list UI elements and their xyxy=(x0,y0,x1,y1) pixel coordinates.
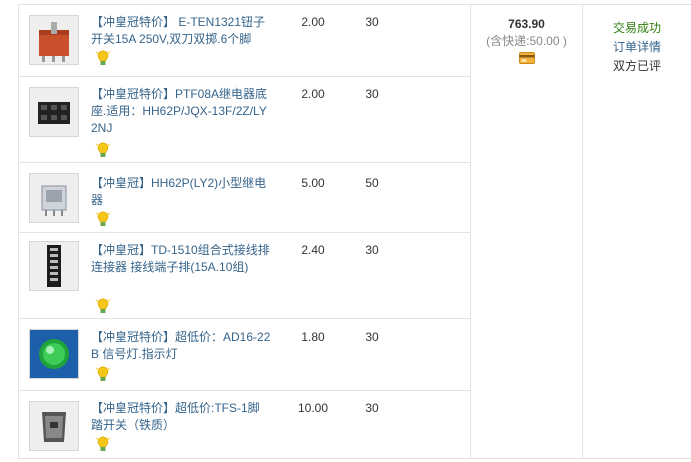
order-list-page: 【冲皇冠特价】 E-TEN1321钮子开关15A 250V,双刀双掷.6个脚 2… xyxy=(0,0,691,462)
item-price: 2.00 xyxy=(301,87,325,101)
item-price: 2.00 xyxy=(301,15,325,29)
order-total: 763.90 xyxy=(508,17,545,31)
list-item: 【冲皇冠特价】 E-TEN1321钮子开关15A 250V,双刀双掷.6个脚 2… xyxy=(19,5,470,77)
item-price: 5.00 xyxy=(301,176,325,190)
shipping-fee: (含快递:50.00 ) xyxy=(486,34,567,48)
list-item: 【冲皇冠特价】超低价:TFS-1脚踏开关（铁质） 10.00 30 xyxy=(19,391,470,460)
order-total-cell: 763.90 (含快递:50.00 ) xyxy=(471,5,583,458)
bulb-icon[interactable] xyxy=(95,50,111,66)
relay-icon[interactable] xyxy=(29,173,79,223)
bulb-icon[interactable] xyxy=(95,298,111,314)
order-items: 【冲皇冠特价】 E-TEN1321钮子开关15A 250V,双刀双掷.6个脚 2… xyxy=(19,5,471,458)
list-item: 【冲皇冠特价】PTF08A继电器底座.适用：HH62P/JQX-13F/2Z/L… xyxy=(19,77,470,163)
toggle-switch-icon[interactable] xyxy=(29,15,79,65)
bulb-icon[interactable] xyxy=(95,366,111,382)
review-status: 双方已评 xyxy=(613,59,662,73)
item-title-link[interactable]: 【冲皇冠】HH62P(LY2)小型继电器 xyxy=(91,175,271,209)
trade-status: 交易成功 xyxy=(613,21,662,35)
card-icon[interactable] xyxy=(518,52,535,64)
item-title-link[interactable]: 【冲皇冠特价】 E-TEN1321钮子开关15A 250V,双刀双掷.6个脚 xyxy=(91,14,271,48)
order-details-link[interactable]: 订单详情 xyxy=(613,38,691,57)
item-title-link[interactable]: 【冲皇冠特价】超低价:TFS-1脚踏开关（铁质） xyxy=(91,400,271,434)
item-quantity: 30 xyxy=(365,15,379,29)
indicator-light-icon[interactable] xyxy=(29,329,79,379)
list-item: 【冲皇冠】TD-1510组合式接线排 连接器 接线端子排(15A.10组) 2.… xyxy=(19,233,470,319)
item-title-link[interactable]: 【冲皇冠特价】PTF08A继电器底座.适用：HH62P/JQX-13F/2Z/L… xyxy=(91,86,271,137)
item-price: 10.00 xyxy=(297,401,329,415)
bulb-icon[interactable] xyxy=(95,436,111,452)
item-quantity: 30 xyxy=(365,330,379,344)
item-quantity: 30 xyxy=(365,87,379,101)
item-quantity: 50 xyxy=(365,176,379,190)
order-table: 【冲皇冠特价】 E-TEN1321钮子开关15A 250V,双刀双掷.6个脚 2… xyxy=(18,4,691,459)
bulb-icon[interactable] xyxy=(95,142,111,158)
relay-socket-icon[interactable] xyxy=(29,87,79,137)
list-item: 【冲皇冠】HH62P(LY2)小型继电器 5.00 50 xyxy=(19,163,470,233)
item-price: 2.40 xyxy=(301,243,325,257)
item-title-link[interactable]: 【冲皇冠】TD-1510组合式接线排 连接器 接线端子排(15A.10组) xyxy=(91,242,271,276)
list-item: 【冲皇冠特价】超低价：AD16-22B 信号灯.指示灯 1.80 30 xyxy=(19,319,470,391)
item-quantity: 30 xyxy=(365,243,379,257)
bulb-icon[interactable] xyxy=(95,211,111,227)
order-status-cell: 交易成功 订单详情 双方已评 xyxy=(613,19,691,76)
item-price: 1.80 xyxy=(301,330,325,344)
terminal-block-icon[interactable] xyxy=(29,241,79,291)
item-quantity: 30 xyxy=(365,401,379,415)
foot-switch-icon[interactable] xyxy=(29,401,79,451)
item-title-link[interactable]: 【冲皇冠特价】超低价：AD16-22B 信号灯.指示灯 xyxy=(91,329,271,363)
